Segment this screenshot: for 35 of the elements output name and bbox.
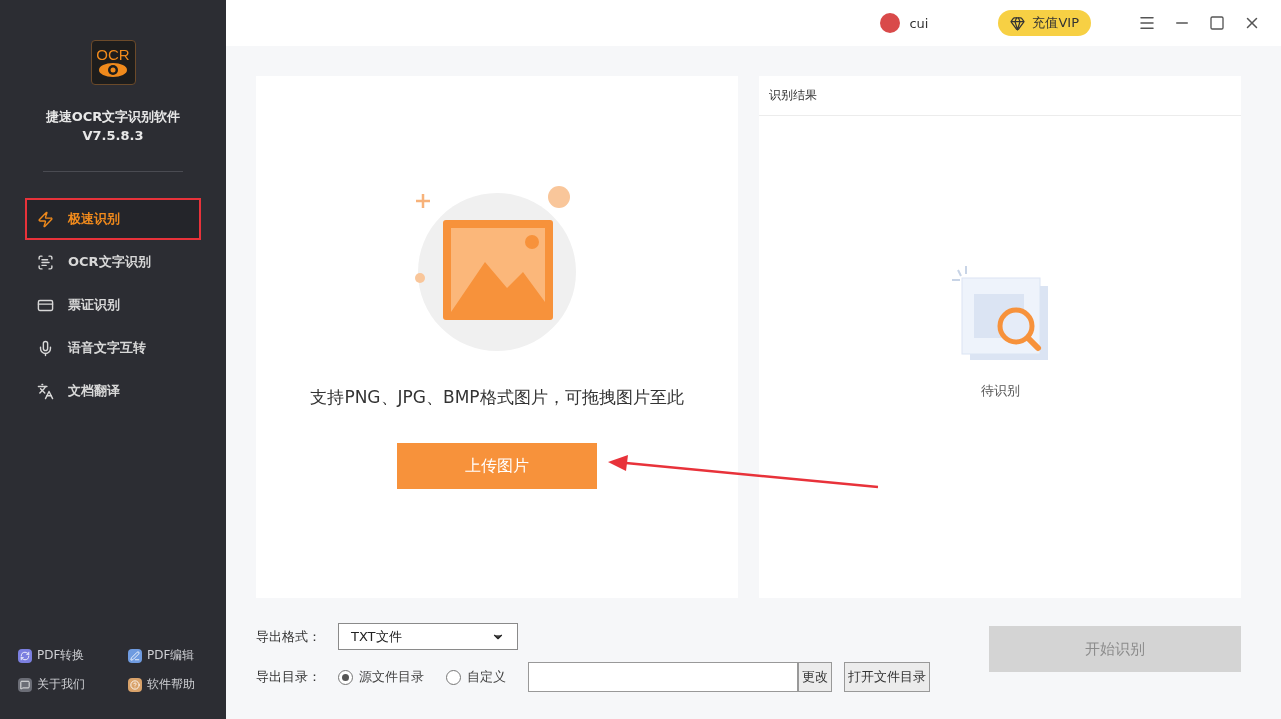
maximize-icon[interactable] [1208, 14, 1226, 32]
footer-link[interactable]: PDF编辑 [128, 647, 208, 664]
directory-option[interactable]: 自定义 [446, 668, 506, 686]
upload-hint: 支持PNG、JPG、BMP格式图片，可拖拽图片至此 [310, 386, 684, 409]
directory-option[interactable]: 源文件目录 [338, 668, 424, 686]
change-button[interactable]: 更改 [798, 662, 832, 692]
diamond-icon [1010, 15, 1026, 31]
open-folder-button[interactable]: 打开文件目录 [844, 662, 930, 692]
app-logo: OCR [90, 40, 136, 85]
nav-item[interactable]: OCR文字识别 [25, 241, 201, 283]
format-dropdown[interactable]: TXT文件 [338, 623, 518, 650]
result-title: 识别结果 [769, 87, 817, 104]
radio-button[interactable] [338, 669, 353, 685]
footer-link[interactable]: PDF转换 [18, 647, 128, 664]
radio-button[interactable] [446, 669, 461, 685]
nav-icon [37, 253, 54, 271]
nav-icon [37, 339, 54, 357]
nav-icon [37, 210, 54, 228]
user-avatar[interactable] [880, 13, 901, 33]
vip-button[interactable]: 充值VIP [998, 10, 1091, 36]
status-text: 待识别 [980, 382, 1020, 400]
footer-link[interactable]: 关于我们 [18, 676, 128, 693]
upload-panel[interactable]: 支持PNG、JPG、BMP格式图片，可拖拽图片至此 上传图片 [256, 76, 738, 598]
nav-item[interactable]: 票证识别 [25, 284, 201, 326]
user-name: cui [909, 15, 929, 31]
nav-item[interactable]: 极速识别 [25, 198, 201, 240]
format-label: 导出格式： [256, 627, 322, 646]
nav-item[interactable]: 语音文字互转 [25, 327, 201, 369]
app-name: 捷速OCR文字识别软件 V7.5.8.3 [45, 108, 181, 145]
nav-item[interactable]: 文档翻译 [25, 370, 201, 412]
nav-icon [37, 382, 54, 400]
menu-icon[interactable] [1138, 14, 1156, 32]
path-field[interactable] [528, 662, 798, 692]
directory-label: 导出目录： [256, 668, 322, 686]
footer-link[interactable]: 软件帮助 [128, 676, 208, 693]
